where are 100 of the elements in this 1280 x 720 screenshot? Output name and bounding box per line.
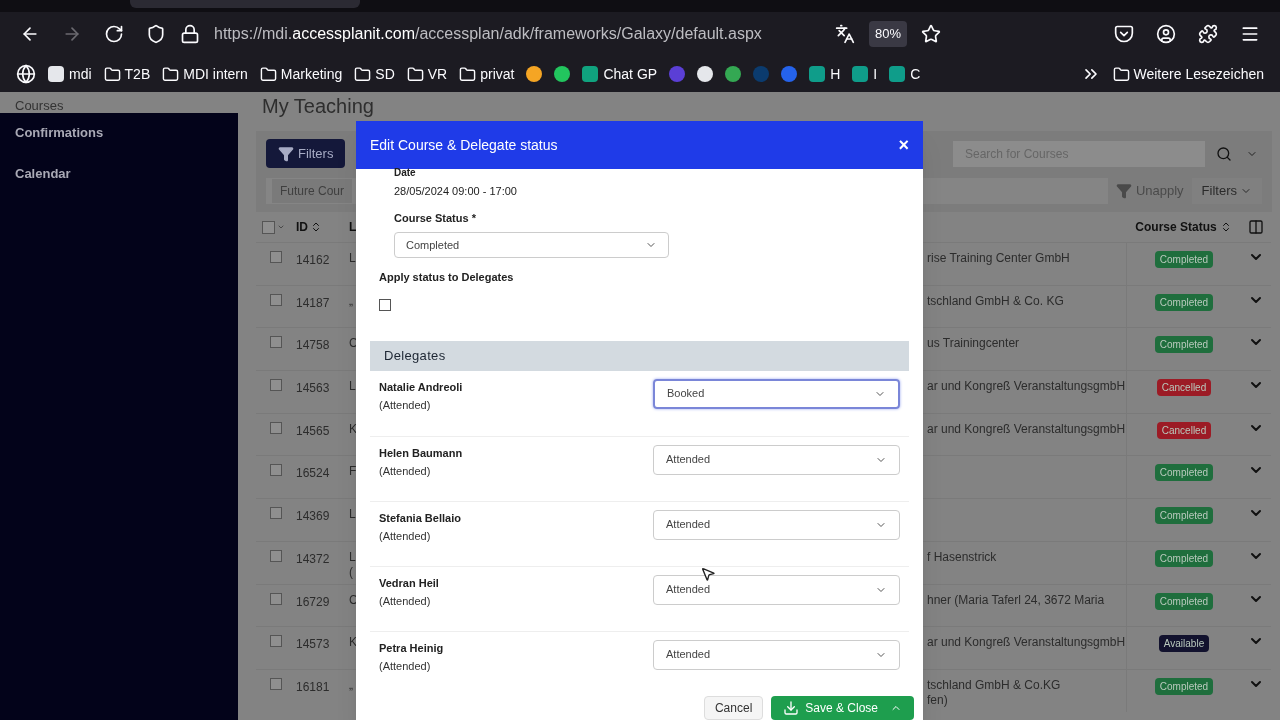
delegate-status-select[interactable]: Attended (653, 509, 900, 540)
page-title: My Teaching (261, 94, 375, 119)
table-cell: tschland GmbH & Co.KG (927, 677, 1061, 693)
table-cell: L (349, 549, 356, 565)
table-cell: fen) (927, 692, 948, 708)
status-badge: Completed (1154, 293, 1214, 311)
bookmark-item[interactable]: mdi (48, 63, 92, 85)
row-checkbox[interactable] (270, 421, 282, 434)
table-cell: 14372 (296, 551, 330, 566)
folder-icon[interactable] (162, 65, 180, 83)
apply-checkbox[interactable] (379, 298, 391, 311)
columns-icon[interactable] (1248, 219, 1264, 235)
filter-icon (1115, 183, 1132, 199)
bookmark-star-icon[interactable] (921, 24, 941, 44)
row-checkbox[interactable] (270, 379, 282, 392)
table-cell: 14565 (296, 423, 330, 438)
bookmark-item[interactable]: C (889, 63, 921, 85)
url-text: https://mdi.accessplanit.com/accessplan/adk/frameworks/Galaxy/default.aspx (214, 24, 762, 44)
row-checkbox[interactable] (270, 293, 282, 306)
sidebar-item[interactable]: Calendar (15, 163, 223, 183)
status-badge: Completed (1154, 464, 1214, 482)
status-badge: Completed (1154, 336, 1214, 354)
table-cell: 14162 (296, 253, 330, 267)
folder-icon[interactable] (459, 65, 477, 83)
bookmark-folder[interactable]: privat (480, 63, 515, 85)
delegate-note: (Attended) (379, 529, 432, 544)
table-cell: F (349, 464, 357, 480)
bookmark-item[interactable]: H (809, 63, 841, 85)
row-checkbox[interactable] (270, 635, 282, 648)
table-cell: tschland GmbH & Co. KG (927, 293, 1064, 309)
table-cell: us Trainingcenter (927, 336, 1020, 352)
status-badge: Cancelled (1156, 379, 1212, 397)
table-cell: K (349, 635, 357, 651)
reload-button[interactable] (104, 24, 124, 44)
folder-icon[interactable] (1112, 65, 1130, 83)
table-cell: ar und Kongreß VeranstaltungsgmbH (927, 635, 1126, 651)
status-badge: Completed (1154, 677, 1214, 695)
row-checkbox[interactable] (270, 592, 282, 605)
account-icon[interactable] (1156, 24, 1176, 44)
row-checkbox[interactable] (270, 464, 282, 477)
delegate-name: Stefania Bellaio (379, 510, 461, 526)
table-cell: hner (Maria Taferl 24, 3672 Maria (927, 592, 1105, 608)
delegate-name: Petra Heinig (379, 640, 444, 656)
bookmark-icon[interactable] (725, 66, 742, 82)
bookmark-item[interactable]: I (852, 63, 878, 85)
bookmark-folder[interactable]: SD (375, 63, 395, 85)
column-header[interactable]: Course Status (1135, 218, 1217, 236)
status-badge: Available (1158, 635, 1210, 653)
bookmark-folder[interactable]: MDI intern (183, 63, 248, 85)
folder-icon[interactable] (259, 65, 277, 83)
course-status-select[interactable]: Completed (394, 232, 669, 258)
extensions-icon[interactable] (1198, 24, 1218, 44)
folder-icon[interactable] (406, 65, 424, 83)
delegate-status-select[interactable]: Attended (653, 574, 900, 605)
bookmark-icon[interactable] (554, 66, 571, 82)
menu-icon[interactable] (1240, 24, 1260, 44)
delegate-status-select[interactable]: Attended (653, 444, 900, 475)
cancel-button[interactable]: Cancel (703, 695, 764, 720)
filters-dropdown[interactable]: Filters (1191, 178, 1262, 204)
table-cell: „ (349, 677, 353, 693)
column-header[interactable]: L (349, 218, 357, 236)
delegate-status-select[interactable]: Booked (653, 378, 900, 409)
table-cell: ar und Kongreß VeranstaltungsgmbH (927, 379, 1126, 395)
bookmark-folder[interactable]: Marketing (280, 63, 343, 85)
delegate-note: (Attended) (379, 398, 432, 413)
translate-icon[interactable] (834, 24, 855, 44)
row-checkbox[interactable] (270, 251, 282, 263)
field-label: Course Status * (393, 210, 477, 226)
close-button[interactable]: × (898, 131, 909, 159)
bookmark-item[interactable]: Chat GP (582, 63, 658, 85)
zoom-badge[interactable]: 80% (868, 21, 907, 47)
table-cell: 16181 (296, 679, 330, 694)
bookmark-folder[interactable]: Weitere Lesezeichen (1133, 63, 1264, 85)
folder-icon[interactable] (103, 65, 121, 83)
shield-icon (146, 24, 166, 44)
bookmark-folder[interactable]: VR (427, 63, 448, 85)
table-cell: f Hasenstrick (927, 549, 997, 565)
row-checkbox[interactable] (270, 549, 282, 562)
sort-icon[interactable] (310, 221, 322, 233)
row-checkbox[interactable] (270, 507, 282, 520)
globe-icon[interactable] (16, 64, 36, 84)
bookmark-icon[interactable] (526, 66, 543, 82)
table-cell: „ (349, 293, 353, 309)
table-cell: ( (349, 564, 353, 580)
dialog-title: Edit Course & Delegate status (370, 135, 558, 155)
lock-icon (180, 24, 200, 44)
sidebar-item[interactable]: Confirmations (15, 123, 223, 143)
pocket-icon[interactable] (1114, 24, 1134, 44)
table-cell: 14758 (296, 338, 330, 353)
delegate-status-select[interactable]: Attended (653, 639, 900, 670)
bookmark-icon[interactable] (697, 66, 714, 82)
select-all-checkbox[interactable] (262, 220, 275, 234)
table-cell: 14563 (296, 381, 330, 396)
folder-icon[interactable] (354, 65, 372, 83)
row-checkbox[interactable] (270, 677, 282, 690)
row-checkbox[interactable] (270, 336, 282, 349)
bookmark-folder[interactable]: T2B (124, 63, 151, 85)
column-header[interactable]: ID (296, 218, 308, 236)
status-badge: Completed (1154, 507, 1214, 525)
filters-button[interactable]: Filters (266, 139, 346, 168)
